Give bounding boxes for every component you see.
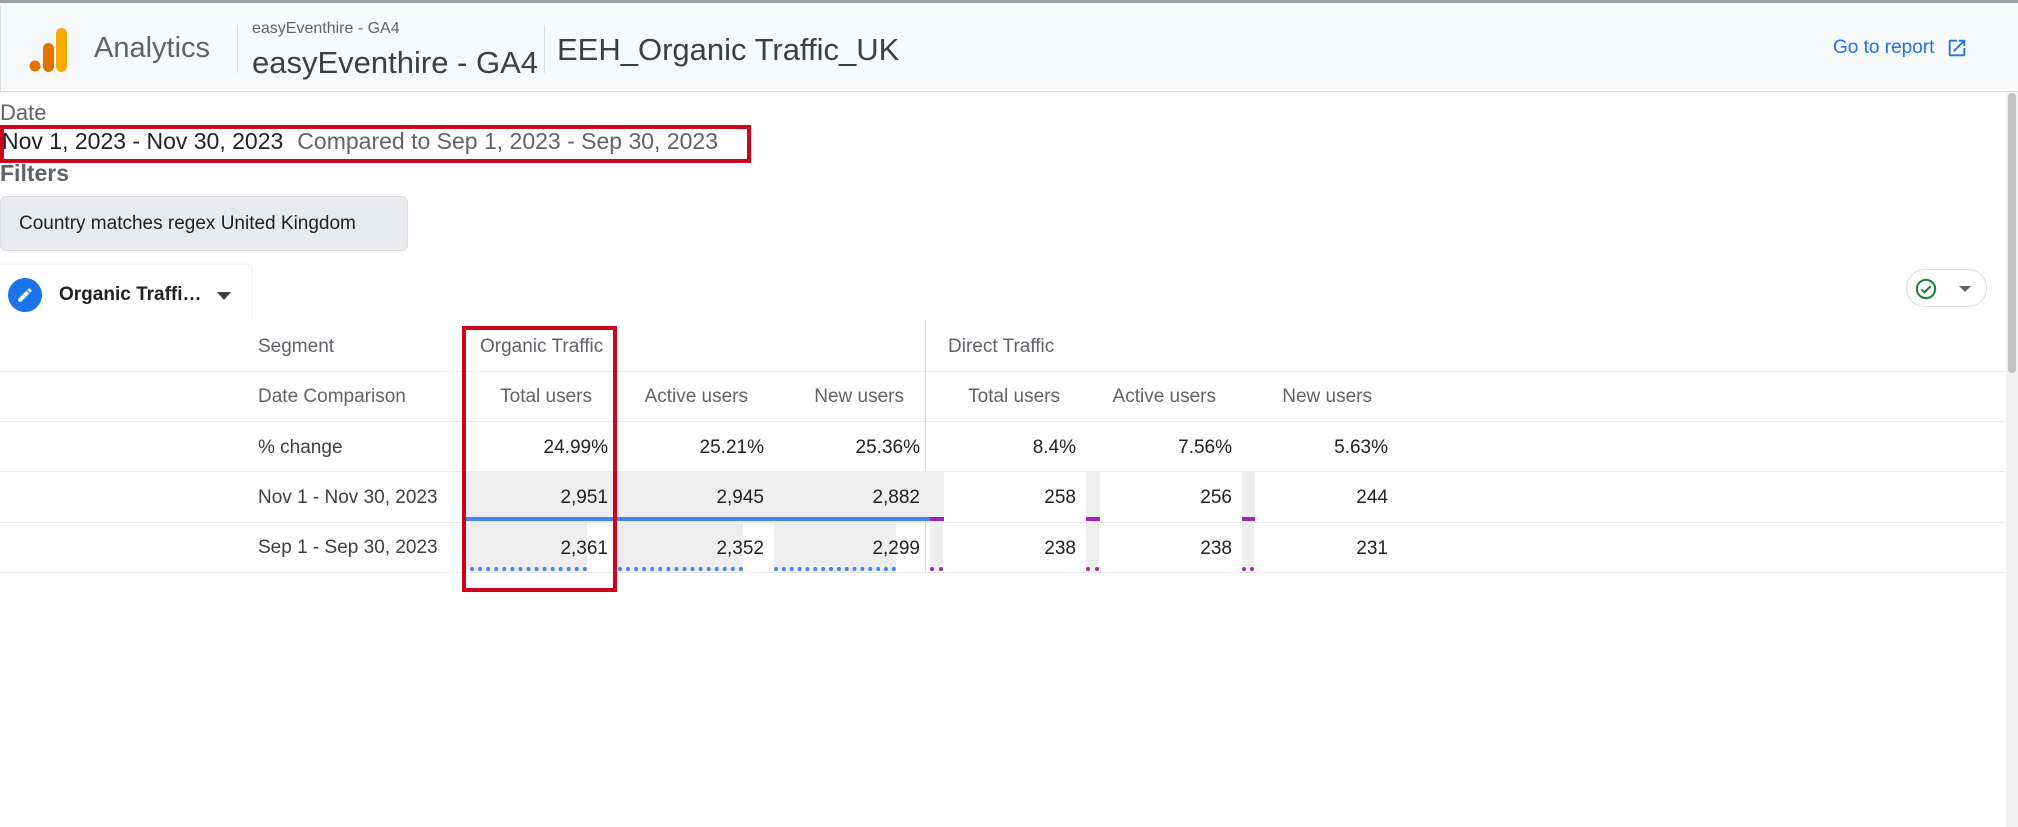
app-name[interactable]: Analytics (94, 32, 210, 65)
previous-period-line (1242, 567, 1254, 571)
previous-period-line (618, 567, 743, 571)
status-dropdown[interactable] (1906, 269, 1987, 307)
table-cell: 25.21% (699, 437, 764, 458)
metric-header[interactable]: Active users (645, 386, 748, 408)
previous-period-line (774, 567, 896, 571)
table-cell: 2,352 (716, 538, 764, 559)
header-divider (237, 25, 238, 73)
metric-header[interactable]: Total users (968, 386, 1060, 408)
google-analytics-logo (29, 28, 67, 72)
header-left-border (0, 6, 1, 91)
header-divider (544, 25, 545, 73)
segment-tab[interactable]: Organic Traffi… (0, 265, 251, 320)
app-header: Analytics easyEventhire - GA4 easyEventh… (0, 3, 2018, 92)
table-cell: 5.63% (1334, 437, 1388, 458)
current-period-line (930, 517, 944, 521)
date-comparison-label: Date Comparison (258, 386, 406, 407)
previous-period-line (930, 567, 943, 571)
report-title: EEH_Organic Traffic_UK (557, 32, 900, 67)
filter-chip[interactable]: Country matches regex United Kingdom (0, 196, 408, 251)
open-in-new-icon (1949, 39, 1966, 57)
table-cell: 7.56% (1178, 437, 1232, 458)
segment-header-label: Segment (258, 336, 335, 357)
date-label: Date (0, 100, 47, 125)
go-to-report-label: Go to report (1833, 37, 1935, 58)
table-cell: 238 (1200, 538, 1232, 559)
table-cell: 238 (1044, 538, 1076, 559)
check-circle-icon (1915, 278, 1937, 300)
row-divider (0, 522, 2005, 523)
table-cell: 2,945 (716, 487, 764, 508)
table-cell: 2,299 (872, 538, 920, 559)
row-label: Nov 1 - Nov 30, 2023 (258, 487, 438, 508)
current-period-line (618, 517, 774, 521)
metric-header[interactable]: New users (814, 386, 904, 408)
chevron-down-icon (1959, 286, 1971, 292)
metric-header[interactable]: New users (1282, 386, 1372, 408)
chevron-down-icon[interactable] (217, 292, 231, 300)
table-cell: 8.4% (1032, 437, 1076, 458)
table-cell: 258 (1044, 487, 1076, 508)
account-name[interactable]: easyEventhire - GA4 (252, 20, 400, 38)
row-divider (0, 371, 2005, 372)
table-cell: 244 (1356, 487, 1388, 508)
current-period-line (774, 517, 930, 521)
pencil-icon[interactable] (8, 278, 42, 312)
row-divider (0, 421, 2005, 422)
row-label: Sep 1 - Sep 30, 2023 (258, 537, 438, 558)
date-highlight-box (0, 125, 751, 163)
go-to-report-link[interactable]: Go to report (1833, 37, 1968, 59)
row-divider (0, 572, 2005, 573)
table-cell: 25.36% (855, 437, 920, 458)
row-divider (0, 471, 2005, 472)
segment-divider (925, 320, 926, 572)
current-period-line (1242, 517, 1255, 521)
filters-label: Filters (0, 160, 70, 186)
row-label: % change (258, 437, 343, 458)
property-name[interactable]: easyEventhire - GA4 (252, 45, 538, 81)
organic-total-users-highlight-box (462, 326, 617, 592)
current-period-line (1086, 517, 1100, 521)
table-cell: 231 (1356, 538, 1388, 559)
table-cell: 256 (1200, 487, 1232, 508)
metric-header[interactable]: Active users (1113, 386, 1216, 408)
previous-period-line (1086, 567, 1099, 571)
segment-direct-traffic[interactable]: Direct Traffic (948, 336, 1054, 358)
scrollbar-thumb[interactable] (2008, 93, 2016, 373)
table-cell: 2,882 (872, 487, 920, 508)
tab-label: Organic Traffi… (59, 284, 202, 305)
